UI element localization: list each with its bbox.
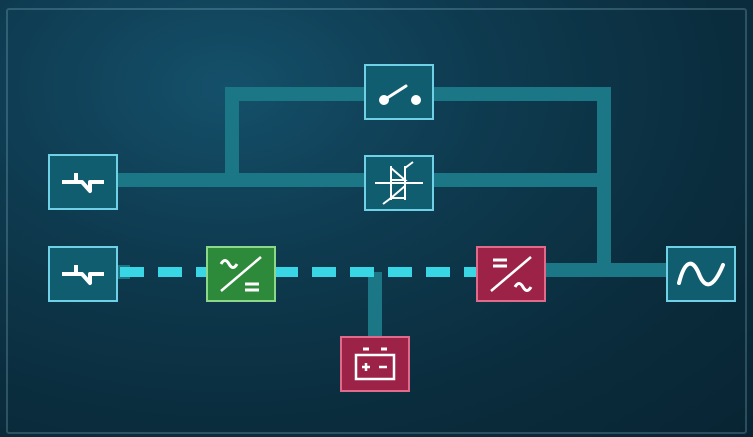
battery-icon	[354, 347, 396, 381]
maintenance-switch-block[interactable]	[364, 64, 434, 120]
rectifier-ac-dc-icon	[219, 256, 262, 292]
ups-mimic-panel	[0, 0, 753, 437]
ac-input-icon	[62, 173, 104, 193]
inverter-dc-ac-icon	[490, 256, 533, 292]
inverter-block[interactable]	[476, 246, 546, 302]
static-switch-block[interactable]	[364, 155, 434, 211]
battery-block[interactable]	[340, 336, 410, 392]
main-input-block[interactable]	[48, 246, 118, 302]
thyristor-icon	[375, 161, 423, 205]
switch-open-icon	[379, 84, 421, 105]
ac-input-icon	[62, 265, 104, 285]
rectifier-block[interactable]	[206, 246, 276, 302]
sine-output-icon	[677, 261, 725, 287]
bypass-input-block[interactable]	[48, 154, 118, 210]
output-block[interactable]	[666, 246, 736, 302]
